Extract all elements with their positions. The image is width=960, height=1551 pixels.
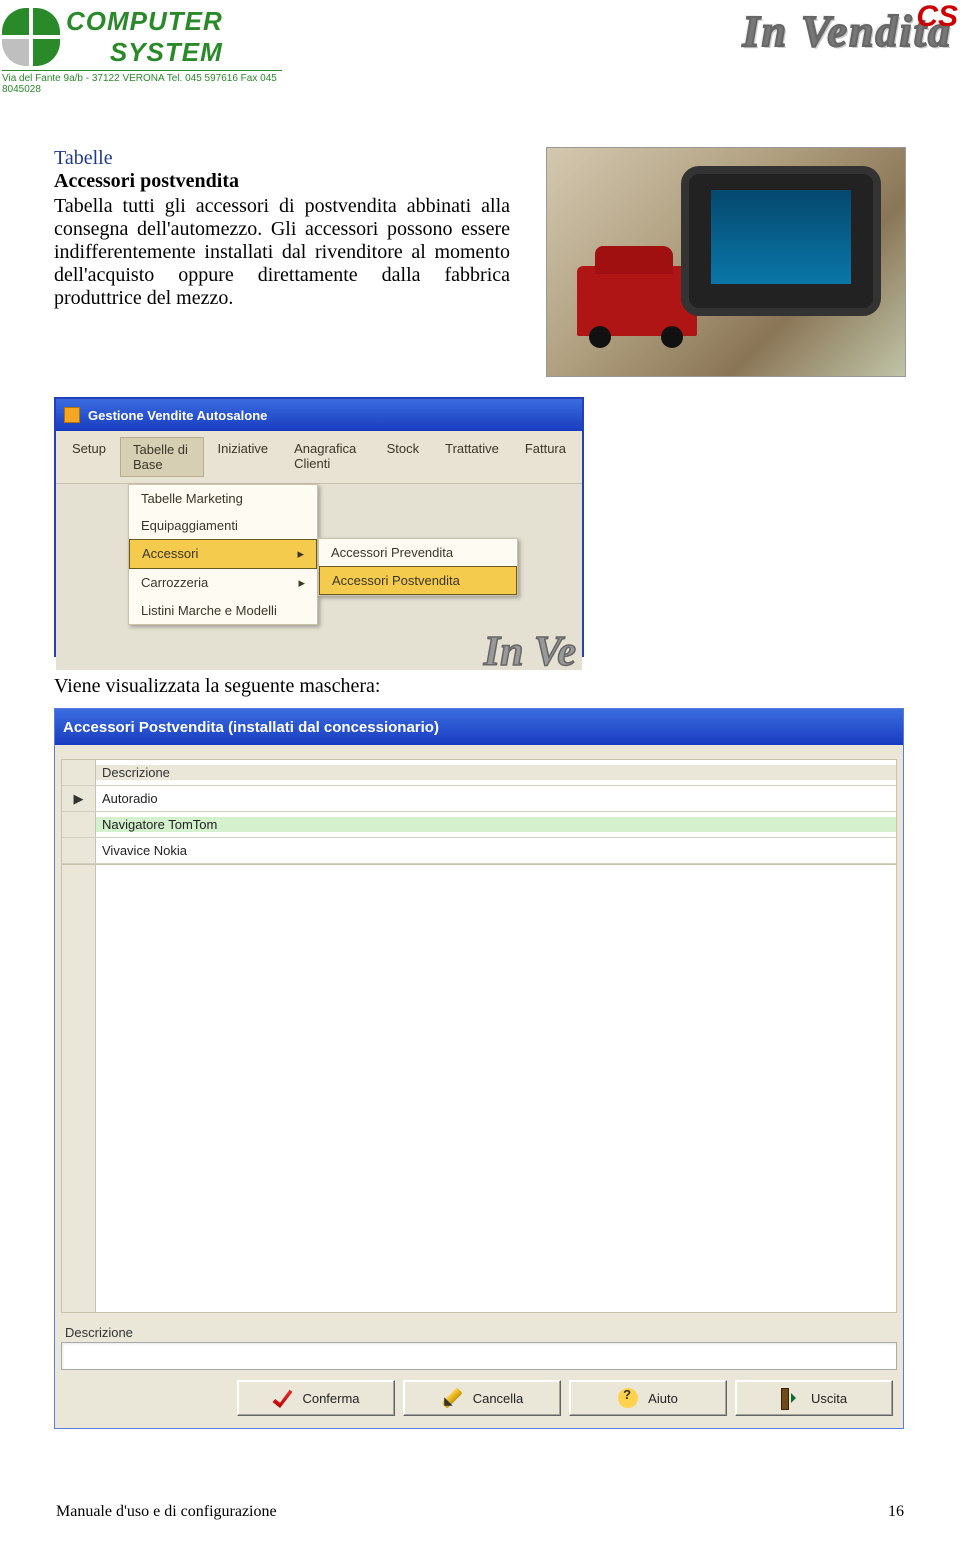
menu-trattative[interactable]: Trattative	[433, 437, 511, 477]
brand-logo: In Vendita CS	[742, 6, 952, 57]
menu-fattura[interactable]: Fattura	[513, 437, 578, 477]
dd1-carrozzeria[interactable]: Carrozzeria	[129, 569, 317, 597]
dropdown-tabelle[interactable]: Tabelle Marketing Equipaggiamenti Access…	[128, 484, 318, 625]
page-content: Tabelle Accessori postvendita Tabella tu…	[0, 97, 960, 1429]
dialog-titlebar: Accessori Postvendita (installati dal co…	[55, 709, 903, 745]
section-subheading: Accessori postvendita	[54, 170, 510, 193]
pencil-icon	[441, 1387, 462, 1408]
logo-mark-icon	[2, 8, 60, 66]
menu-anagrafica[interactable]: Anagrafica Clienti	[282, 437, 372, 477]
descrizione-input[interactable]	[61, 1342, 897, 1370]
dropdown-accessori[interactable]: Accessori Prevendita Accessori Postvendi…	[318, 538, 518, 596]
illustration-photo	[546, 147, 906, 377]
grid-empty-area[interactable]	[61, 865, 897, 1313]
row-marker: ▶	[62, 786, 96, 811]
dd1-marketing[interactable]: Tabelle Marketing	[129, 485, 317, 512]
menu-iniziative[interactable]: Iniziative	[206, 437, 281, 477]
app-icon	[64, 407, 80, 423]
dd1-accessori[interactable]: Accessori	[129, 539, 317, 569]
page-footer: Manuale d'uso e di configurazione 16	[56, 1503, 904, 1521]
conferma-button[interactable]: Conferma	[237, 1380, 395, 1416]
app-titlebar: Gestione Vendite Autosalone	[56, 399, 582, 431]
brand-badge: CS	[916, 0, 958, 34]
menu-stock[interactable]: Stock	[375, 437, 432, 477]
section-paragraph: Tabella tutti gli accessori di postvendi…	[54, 195, 510, 310]
aiuto-button[interactable]: Aiuto	[569, 1380, 727, 1416]
dd1-equip[interactable]: Equipaggiamenti	[129, 512, 317, 539]
dialog-accessori: Accessori Postvendita (installati dal co…	[54, 708, 904, 1429]
grid-header: Descrizione	[96, 765, 896, 780]
company-word1: COMPUTER	[66, 6, 223, 37]
page-header: COMPUTER SYSTEM Via del Fante 9a/b - 371…	[0, 0, 960, 97]
dd2-prevendita[interactable]: Accessori Prevendita	[319, 539, 517, 566]
section-heading: Tabelle	[54, 147, 510, 170]
cancella-button[interactable]: Cancella	[403, 1380, 561, 1416]
grid-header-row: Descrizione	[62, 760, 896, 786]
watermark-logo: In Ve	[484, 628, 576, 676]
dialog-button-bar: Conferma Cancella Aiuto Uscita	[61, 1370, 897, 1420]
company-word2: SYSTEM	[66, 37, 223, 68]
gps-device-icon	[681, 166, 881, 316]
dd2-postvendita[interactable]: Accessori Postvendita	[319, 566, 517, 595]
company-address: Via del Fante 9a/b - 37122 VERONA Tel. 0…	[2, 70, 282, 95]
dialog-title: Accessori Postvendita (installati dal co…	[63, 719, 439, 736]
company-logo: COMPUTER SYSTEM Via del Fante 9a/b - 371…	[2, 6, 282, 95]
app-menu-screenshot: Gestione Vendite Autosalone Setup Tabell…	[54, 397, 584, 657]
menu-tabelle[interactable]: Tabelle di Base	[120, 437, 204, 477]
footer-left: Manuale d'uso e di configurazione	[56, 1503, 277, 1521]
dd1-listini[interactable]: Listini Marche e Modelli	[129, 597, 317, 624]
form-label: Descrizione	[61, 1323, 897, 1342]
table-row[interactable]: Vivavice Nokia	[62, 838, 896, 864]
table-row[interactable]: ▶ Autoradio	[62, 786, 896, 812]
footer-page-number: 16	[888, 1503, 904, 1521]
menu-setup[interactable]: Setup	[60, 437, 118, 477]
caption-text: Viene visualizzata la seguente maschera:	[54, 675, 906, 698]
exit-icon	[781, 1388, 801, 1408]
table-row[interactable]: Navigatore TomTom	[62, 812, 896, 838]
help-icon	[618, 1388, 638, 1408]
check-icon	[272, 1388, 292, 1408]
dialog-grid[interactable]: Descrizione ▶ Autoradio Navigatore TomTo…	[61, 759, 897, 865]
app-title: Gestione Vendite Autosalone	[88, 408, 267, 423]
app-menubar[interactable]: Setup Tabelle di Base Iniziative Anagraf…	[56, 431, 582, 484]
car-icon	[577, 266, 697, 336]
uscita-button[interactable]: Uscita	[735, 1380, 893, 1416]
